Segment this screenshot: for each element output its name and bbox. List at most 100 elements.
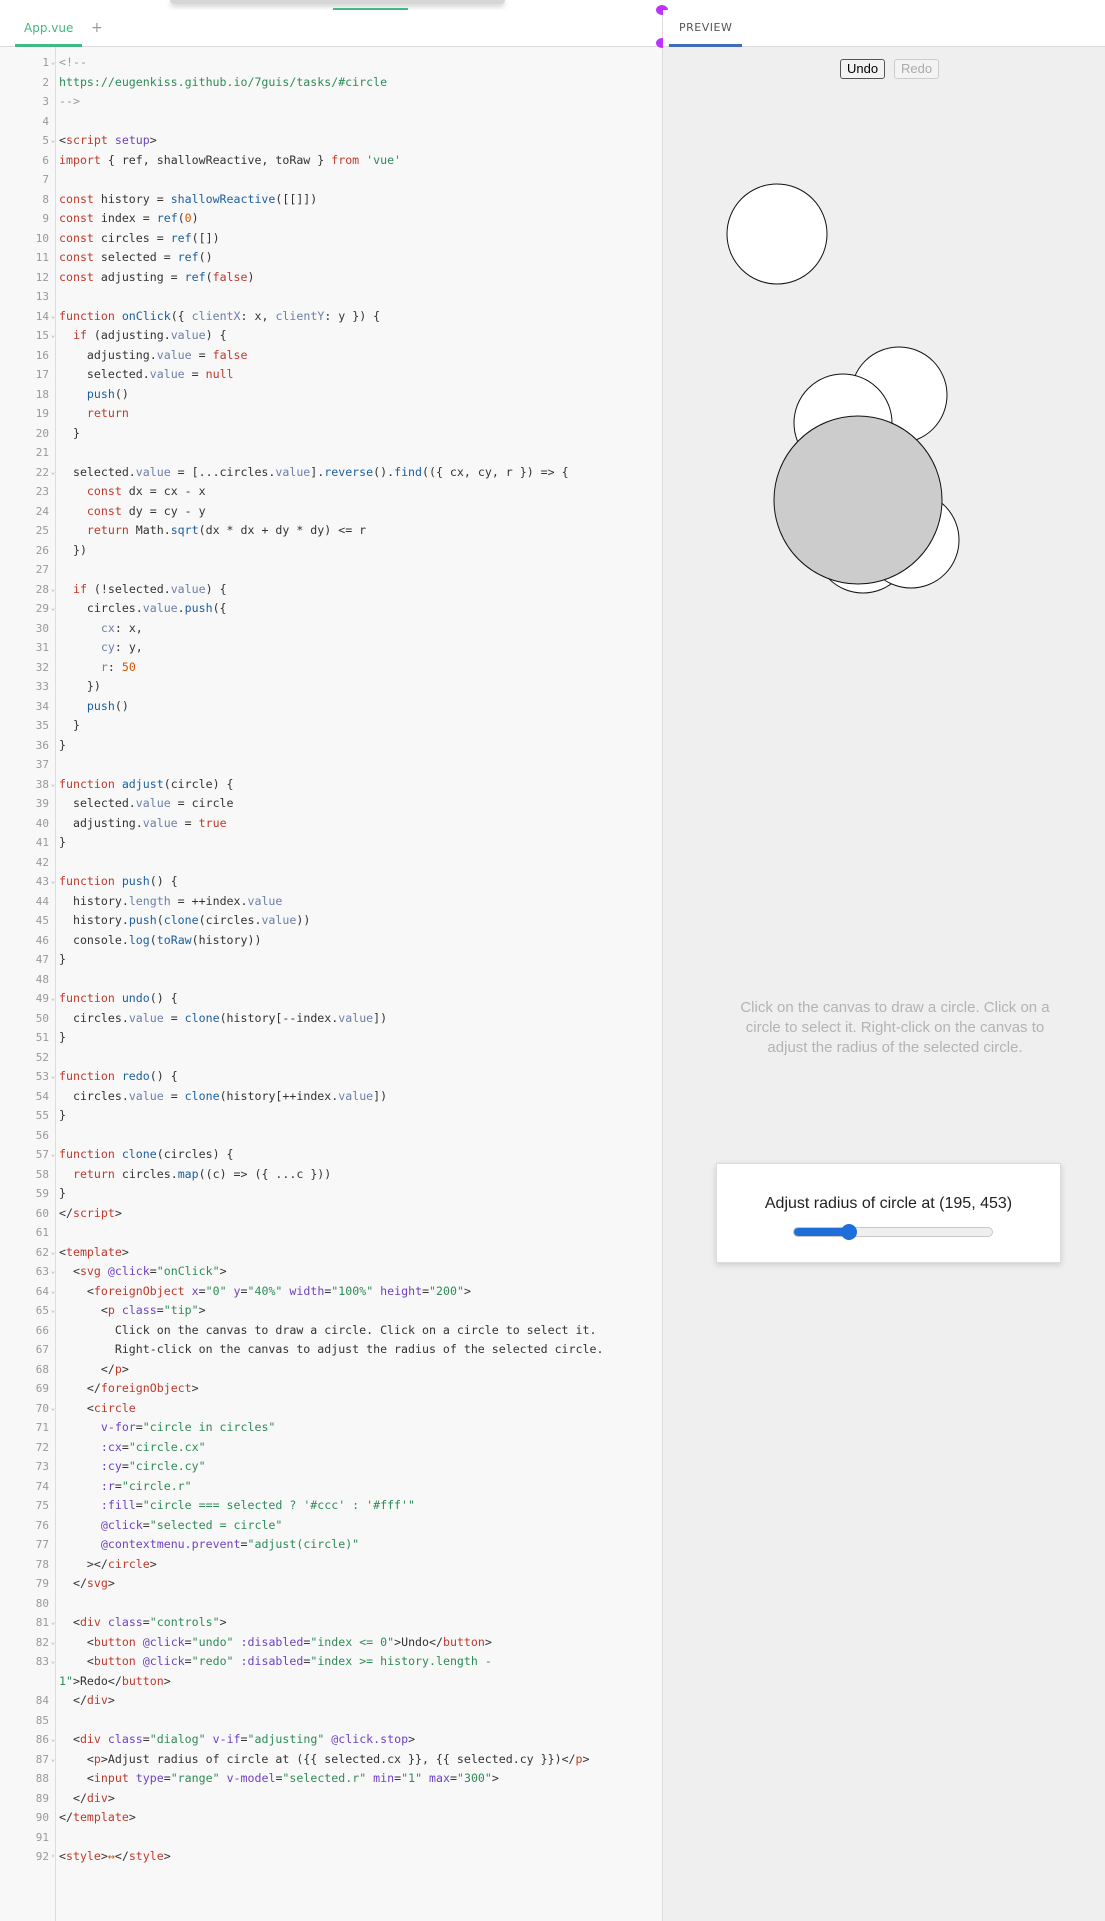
code-line[interactable]: 19 return	[15, 404, 655, 424]
code-line[interactable]: 32 r: 50	[15, 658, 655, 678]
code-line[interactable]: 43 ⌄ function push() {	[15, 872, 655, 892]
tab-app-vue[interactable]: App.vue	[15, 10, 83, 47]
code-line[interactable]: 57 ⌄ function clone(circles) {	[15, 1145, 655, 1165]
code-content[interactable]: 1 ⌄ <!-- 2 https://eugenkiss.github.io/7guis…	[15, 53, 655, 1867]
fold-chevron-icon[interactable]: ⌄	[49, 989, 57, 1009]
code-line[interactable]: 77 @contextmenu.prevent="adjust(circle)"	[15, 1535, 655, 1555]
code-line[interactable]: 53 ⌄ function redo() {	[15, 1067, 655, 1087]
fold-chevron-icon[interactable]: ⌄	[49, 1750, 57, 1770]
code-line[interactable]: 33 })	[15, 677, 655, 697]
fold-chevron-icon[interactable]: ⌄	[49, 463, 57, 483]
tab-preview[interactable]: PREVIEW	[669, 10, 743, 47]
code-line[interactable]: 92 › <style>↔</style>	[15, 1847, 655, 1867]
fold-chevron-icon[interactable]: ⌄	[49, 1067, 57, 1087]
code-line[interactable]: 62 ⌄ <template>	[15, 1243, 655, 1263]
code-line[interactable]: 12 const adjusting = ref(false)	[15, 268, 655, 288]
code-line[interactable]: 85	[15, 1711, 655, 1731]
code-line[interactable]: 82 ⌄ <button @click="undo" :disabled="ind…	[15, 1633, 655, 1653]
code-line[interactable]: 13	[15, 287, 655, 307]
code-line[interactable]: 38 ⌄ function adjust(circle) {	[15, 775, 655, 795]
code-line[interactable]: 9 const index = ref(0)	[15, 209, 655, 229]
code-line[interactable]: 64 ⌄ <foreignObject x="0" y="40%" width="…	[15, 1282, 655, 1302]
fold-chevron-icon[interactable]: ⌄	[49, 326, 57, 346]
code-line[interactable]: 91	[15, 1828, 655, 1848]
code-line[interactable]: 46 console.log(toRaw(history))	[15, 931, 655, 951]
code-line[interactable]: 60 </script>	[15, 1204, 655, 1224]
code-line[interactable]: 1">Redo</button>	[15, 1672, 655, 1692]
code-line[interactable]: 23 const dx = cx - x	[15, 482, 655, 502]
code-line[interactable]: 51}	[15, 1028, 655, 1048]
code-line[interactable]: 86 ⌄ <div class="dialog" v-if="adjusting"…	[15, 1730, 655, 1750]
code-line[interactable]: 29 ⌄ circles.value.push({	[15, 599, 655, 619]
code-line[interactable]: 41}	[15, 833, 655, 853]
fold-chevron-icon[interactable]: ⌄	[49, 1145, 57, 1165]
code-line[interactable]: 45 history.push(clone(circles.value))	[15, 911, 655, 931]
code-line[interactable]: 74 :r="circle.r"	[15, 1477, 655, 1497]
fold-chevron-icon[interactable]: ⌄	[49, 1243, 57, 1263]
code-line[interactable]: 30 cx: x,	[15, 619, 655, 639]
fold-chevron-icon[interactable]: ⌄	[49, 1282, 57, 1302]
undo-button[interactable]: Undo	[840, 59, 886, 79]
fold-chevron-icon[interactable]: ⌄	[49, 307, 57, 327]
radius-slider-thumb[interactable]	[840, 1224, 857, 1240]
code-line[interactable]: 84 </div>	[15, 1691, 655, 1711]
fold-chevron-icon[interactable]: ⌄	[49, 1262, 57, 1282]
fold-chevron-icon[interactable]: ⌄	[49, 53, 57, 73]
code-line[interactable]: 36}	[15, 736, 655, 756]
code-line[interactable]: 14 ⌄ function onClick({ clientX: x, client…	[15, 307, 655, 327]
code-line[interactable]: 81 ⌄ <div class="controls">	[15, 1613, 655, 1633]
code-line[interactable]: 50 circles.value = clone(history[--index…	[15, 1009, 655, 1029]
code-line[interactable]: 2 https://eugenkiss.github.io/7guis/tasks…	[15, 73, 655, 93]
code-line[interactable]: 89 </div>	[15, 1789, 655, 1809]
code-line[interactable]: 31 cy: y,	[15, 638, 655, 658]
code-line[interactable]: 56	[15, 1126, 655, 1146]
code-line[interactable]: 15 ⌄ if (adjusting.value) {	[15, 326, 655, 346]
code-line[interactable]: 65 ⌄ <p class="tip">	[15, 1301, 655, 1321]
code-line[interactable]: 8 const history = shallowReactive([[]])	[15, 190, 655, 210]
code-line[interactable]: 42	[15, 853, 655, 873]
circle[interactable]	[726, 183, 828, 285]
code-line[interactable]: 27	[15, 560, 655, 580]
fold-chevron-icon[interactable]: ⌄	[49, 580, 57, 600]
add-file-button[interactable]: +	[91, 10, 103, 46]
code-line[interactable]: 18 push()	[15, 385, 655, 405]
code-line[interactable]: 10 const circles = ref([])	[15, 229, 655, 249]
code-line[interactable]: 17 selected.value = null	[15, 365, 655, 385]
fold-chevron-icon[interactable]: ⌄	[49, 872, 57, 892]
fold-chevron-icon[interactable]: ⌄	[49, 1633, 57, 1653]
code-line[interactable]: 11 const selected = ref()	[15, 248, 655, 268]
circle-canvas[interactable]	[663, 46, 1105, 1921]
code-line[interactable]: 78 ></circle>	[15, 1555, 655, 1575]
code-line[interactable]: 67 Right-click on the canvas to adjust t…	[15, 1340, 655, 1360]
code-line[interactable]: 80	[15, 1594, 655, 1614]
selected-circle[interactable]	[773, 415, 943, 585]
code-line[interactable]: 87 ⌄ <p>Adjust radius of circle at ({{ se…	[15, 1750, 655, 1770]
fold-chevron-icon[interactable]: ⌄	[49, 1730, 57, 1750]
fold-collapsed-icon[interactable]: ›	[49, 1847, 57, 1867]
code-line[interactable]: 21	[15, 443, 655, 463]
code-line[interactable]: 24 const dy = cy - y	[15, 502, 655, 522]
code-line[interactable]: 68 </p>	[15, 1360, 655, 1380]
radius-slider[interactable]	[793, 1224, 993, 1240]
code-line[interactable]: 1 ⌄ <!--	[15, 53, 655, 73]
code-line[interactable]: 49 ⌄ function undo() {	[15, 989, 655, 1009]
code-line[interactable]: 70 ⌄ <circle	[15, 1399, 655, 1419]
code-line[interactable]: 47}	[15, 950, 655, 970]
code-line[interactable]: 37	[15, 755, 655, 775]
fold-chevron-icon[interactable]: ⌄	[49, 1613, 57, 1633]
code-line[interactable]: 34 push()	[15, 697, 655, 717]
fold-chevron-icon[interactable]: ⌄	[49, 1652, 57, 1672]
code-line[interactable]: 5 ⌄ <script setup>	[15, 131, 655, 151]
code-line[interactable]: 71 v-for="circle in circles"	[15, 1418, 655, 1438]
code-line[interactable]: 7	[15, 170, 655, 190]
adjust-radius-dialog[interactable]: Adjust radius of circle at (195, 453)	[716, 1163, 1061, 1263]
code-line[interactable]: 76 @click="selected = circle"	[15, 1516, 655, 1536]
code-line[interactable]: 61	[15, 1223, 655, 1243]
code-line[interactable]: 6 import { ref, shallowReactive, toRaw } …	[15, 151, 655, 171]
code-line[interactable]: 83 ⌄ <button @click="redo" :disabled="ind…	[15, 1652, 655, 1672]
code-line[interactable]: 58 return circles.map((c) => ({ ...c }))	[15, 1165, 655, 1185]
code-line[interactable]: 4	[15, 112, 655, 132]
code-line[interactable]: 73 :cy="circle.cy"	[15, 1457, 655, 1477]
code-line[interactable]: 90 </template>	[15, 1808, 655, 1828]
code-line[interactable]: 44 history.length = ++index.value	[15, 892, 655, 912]
